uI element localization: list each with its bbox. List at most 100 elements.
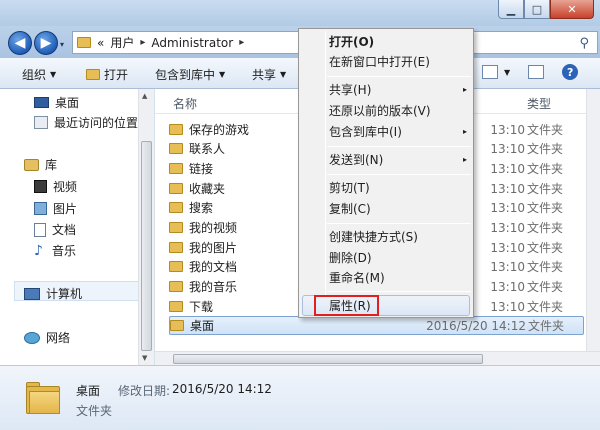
- menu-item-label: 包含到库中(I): [329, 125, 402, 139]
- nav-scrollbar[interactable]: ▲ ▼: [138, 89, 154, 365]
- nav-item-documents[interactable]: 文档: [34, 221, 76, 238]
- file-type: 文件夹: [527, 221, 564, 235]
- menu-separator: [327, 76, 471, 77]
- folder-icon: [86, 69, 100, 80]
- chevron-down-icon[interactable]: ▼: [504, 68, 510, 77]
- organize-label: 组织: [22, 68, 47, 82]
- submenu-arrow-icon: ▸: [462, 85, 467, 94]
- menu-item-create-shortcut[interactable]: 创建快捷方式(S): [329, 228, 469, 246]
- documents-icon: [34, 222, 46, 237]
- breadcrumb-users[interactable]: 用户: [110, 34, 134, 51]
- nav-item-videos[interactable]: 视频: [34, 178, 77, 195]
- file-type: 文件夹: [527, 280, 564, 294]
- recent-places-icon: [34, 116, 48, 129]
- navigation-pane: 桌面 最近访问的位置 库 视频 图片 文档 ♪ 音乐 计算机 网络 ▲ ▼: [0, 89, 155, 365]
- chevron-down-icon: ▼: [50, 70, 57, 79]
- menu-item-send-to[interactable]: 发送到(N) ▸: [329, 151, 469, 169]
- view-options-icon[interactable]: [482, 65, 498, 79]
- breadcrumb-separator[interactable]: ▸: [140, 37, 145, 48]
- menu-item-rename[interactable]: 重命名(M): [329, 269, 469, 287]
- include-in-library-button[interactable]: 包含到库中 ▼: [155, 66, 225, 83]
- menu-separator: [327, 223, 471, 224]
- help-icon[interactable]: ?: [562, 64, 579, 80]
- nav-item-network[interactable]: 网络: [24, 329, 70, 346]
- organize-button[interactable]: 组织 ▼: [22, 66, 56, 83]
- breadcrumb-overflow[interactable]: «: [97, 36, 104, 50]
- details-item-name: 桌面: [76, 384, 101, 398]
- details-modified-value: 2016/5/20 14:12: [172, 382, 272, 396]
- nav-item-pictures[interactable]: 图片: [34, 200, 77, 217]
- preview-pane-icon[interactable]: [528, 65, 545, 79]
- menu-item-label: 发送到(N): [329, 153, 384, 167]
- horizontal-scroll-thumb[interactable]: [173, 354, 483, 364]
- details-pane: 桌面 修改日期: 2016/5/20 14:12 文件夹: [0, 365, 600, 430]
- computer-icon: [24, 287, 40, 300]
- desktop-folder-icon: [170, 320, 184, 331]
- folder-icon: [169, 143, 183, 154]
- file-name: 桌面: [190, 319, 215, 333]
- open-label: 打开: [104, 68, 129, 82]
- menu-item-delete[interactable]: 删除(D): [329, 249, 469, 267]
- back-button[interactable]: ◀: [8, 31, 32, 55]
- folder-icon: [169, 222, 183, 233]
- music-note-icon: ♪: [34, 242, 43, 259]
- maximize-button[interactable]: □: [524, 0, 550, 19]
- menu-item-copy[interactable]: 复制(C): [329, 200, 469, 218]
- folder-icon: [169, 183, 183, 194]
- forward-button[interactable]: ▶: [34, 31, 58, 55]
- library-icon: [24, 158, 39, 171]
- nav-item-label: 计算机: [46, 287, 83, 301]
- scroll-down-icon[interactable]: ▼: [142, 354, 147, 362]
- file-type: 文件夹: [527, 123, 564, 137]
- chevron-down-icon: ▼: [219, 70, 226, 79]
- nav-item-computer[interactable]: 计算机: [24, 285, 82, 302]
- title-bar: ▁ □ ✕: [0, 0, 600, 26]
- breadcrumb-separator[interactable]: ▸: [239, 37, 244, 48]
- column-header-type[interactable]: 类型: [527, 95, 551, 112]
- search-icon[interactable]: ⚲: [579, 36, 589, 51]
- window-controls: ▁ □ ✕: [498, 0, 594, 20]
- file-type: 文件夹: [527, 142, 564, 156]
- column-header-name[interactable]: 名称: [173, 95, 197, 112]
- nav-item-label: 库: [45, 158, 58, 172]
- view-controls: ▼ ?: [482, 64, 579, 80]
- close-button[interactable]: ✕: [550, 0, 594, 19]
- file-list-vertical-scrollbar[interactable]: [586, 89, 600, 351]
- menu-item-include-library[interactable]: 包含到库中(I) ▸: [329, 123, 469, 141]
- file-type: 文件夹: [527, 201, 564, 215]
- network-icon: [24, 331, 40, 344]
- share-label: 共享: [252, 68, 277, 82]
- nav-item-label: 视频: [53, 180, 78, 194]
- menu-item-restore-previous[interactable]: 还原以前的版本(V): [329, 102, 469, 120]
- pictures-icon: [34, 202, 47, 215]
- share-button[interactable]: 共享 ▼: [252, 66, 286, 83]
- nav-item-desktop[interactable]: 桌面: [34, 94, 79, 111]
- nav-scroll-thumb[interactable]: [141, 141, 152, 351]
- large-folder-icon: [26, 380, 62, 416]
- folder-icon: [169, 124, 183, 135]
- file-type: 文件夹: [527, 241, 564, 255]
- minimize-button[interactable]: ▁: [498, 0, 524, 19]
- file-list-horizontal-scrollbar[interactable]: [155, 351, 600, 365]
- nav-item-recent[interactable]: 最近访问的位置: [34, 114, 138, 131]
- menu-separator: [327, 146, 471, 147]
- context-menu: 打开(O) 在新窗口中打开(E) 共享(H) ▸ 还原以前的版本(V) 包含到库…: [298, 28, 474, 318]
- folder-icon: [169, 242, 183, 253]
- open-button[interactable]: 打开: [86, 66, 128, 83]
- file-row-selected[interactable]: 桌面 2016/5/20 14:12 文件夹: [169, 316, 584, 335]
- recent-pages-dropdown[interactable]: ▾: [60, 40, 64, 49]
- menu-item-open[interactable]: 打开(O): [329, 33, 469, 51]
- nav-item-music[interactable]: ♪ 音乐: [34, 242, 76, 259]
- chevron-down-icon: ▼: [280, 70, 287, 79]
- menu-item-share-with[interactable]: 共享(H) ▸: [329, 81, 469, 99]
- folder-icon: [169, 281, 183, 292]
- menu-item-label: 共享(H): [329, 83, 372, 97]
- submenu-arrow-icon: ▸: [462, 127, 467, 136]
- breadcrumb-administrator[interactable]: Administrator: [151, 36, 233, 50]
- menu-item-open-new-window[interactable]: 在新窗口中打开(E): [329, 53, 469, 71]
- scroll-up-icon[interactable]: ▲: [142, 92, 147, 100]
- menu-item-cut[interactable]: 剪切(T): [329, 179, 469, 197]
- folder-icon: [77, 37, 91, 48]
- nav-item-label: 最近访问的位置: [54, 116, 139, 130]
- nav-item-libraries[interactable]: 库: [24, 156, 57, 173]
